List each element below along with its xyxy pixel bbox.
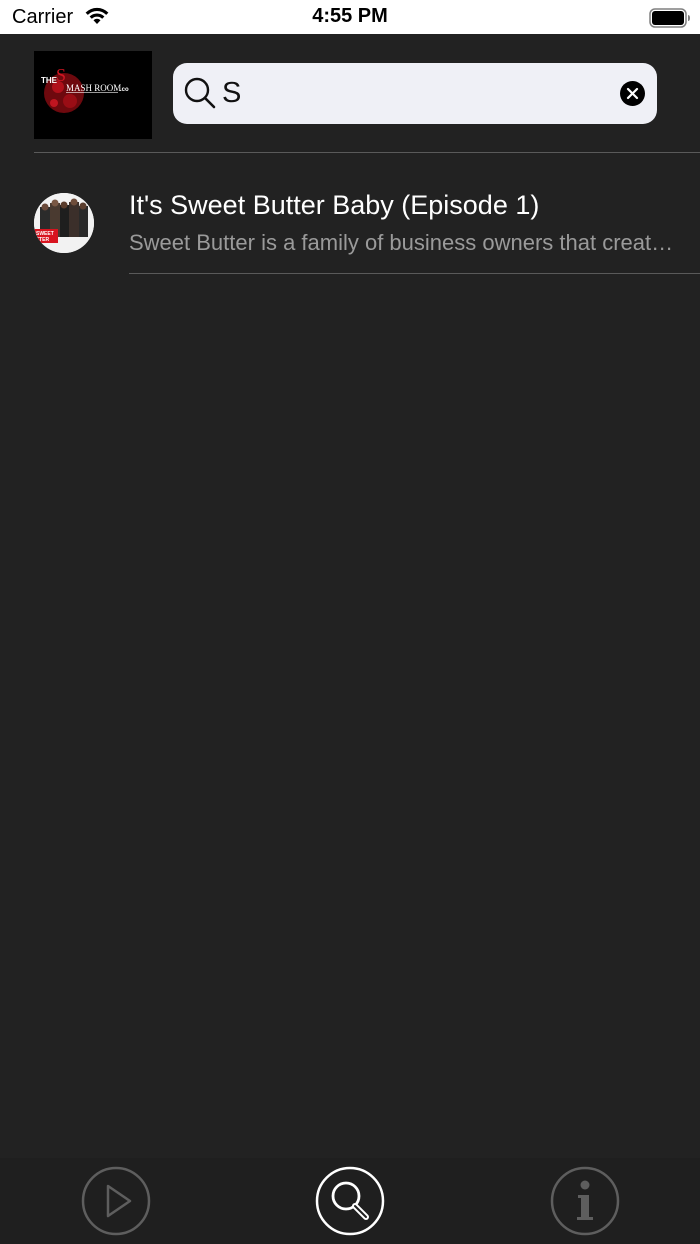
clock: 4:55 PM (312, 5, 388, 27)
search-icon (315, 1166, 385, 1236)
search-bar[interactable] (173, 63, 657, 124)
svg-text:.co: .co (120, 87, 129, 93)
svg-text:TTER: TTER (36, 237, 49, 243)
row-divider (129, 273, 700, 274)
episode-artwork: SWEET TTER (34, 193, 94, 253)
tab-play[interactable] (81, 1166, 151, 1236)
search-input[interactable] (222, 71, 602, 115)
episode-title: It's Sweet Butter Baby (Episode 1) (129, 190, 540, 220)
tab-bar (0, 1158, 700, 1244)
episode-thumbnail: SWEET TTER (34, 193, 94, 253)
search-icon (184, 77, 216, 109)
tab-search[interactable] (315, 1166, 385, 1236)
close-icon (626, 87, 639, 100)
list-item[interactable]: SWEET TTER It's Sweet Butter Baby (Episo… (0, 153, 700, 274)
play-icon (81, 1166, 151, 1236)
svg-text:MASH ROOM: MASH ROOM (66, 83, 121, 93)
status-bar: Carrier 4:55 PM (0, 0, 700, 34)
app-logo: THE S MASH ROOM .co (34, 51, 152, 139)
smash-room-logo: THE S MASH ROOM .co (34, 51, 152, 139)
tab-info[interactable] (550, 1166, 620, 1236)
info-icon (550, 1166, 620, 1236)
svg-text:S: S (56, 65, 66, 85)
clear-search-button[interactable] (620, 81, 645, 106)
battery-icon (649, 8, 690, 28)
episode-description: Sweet Butter is a family of business own… (129, 230, 674, 255)
